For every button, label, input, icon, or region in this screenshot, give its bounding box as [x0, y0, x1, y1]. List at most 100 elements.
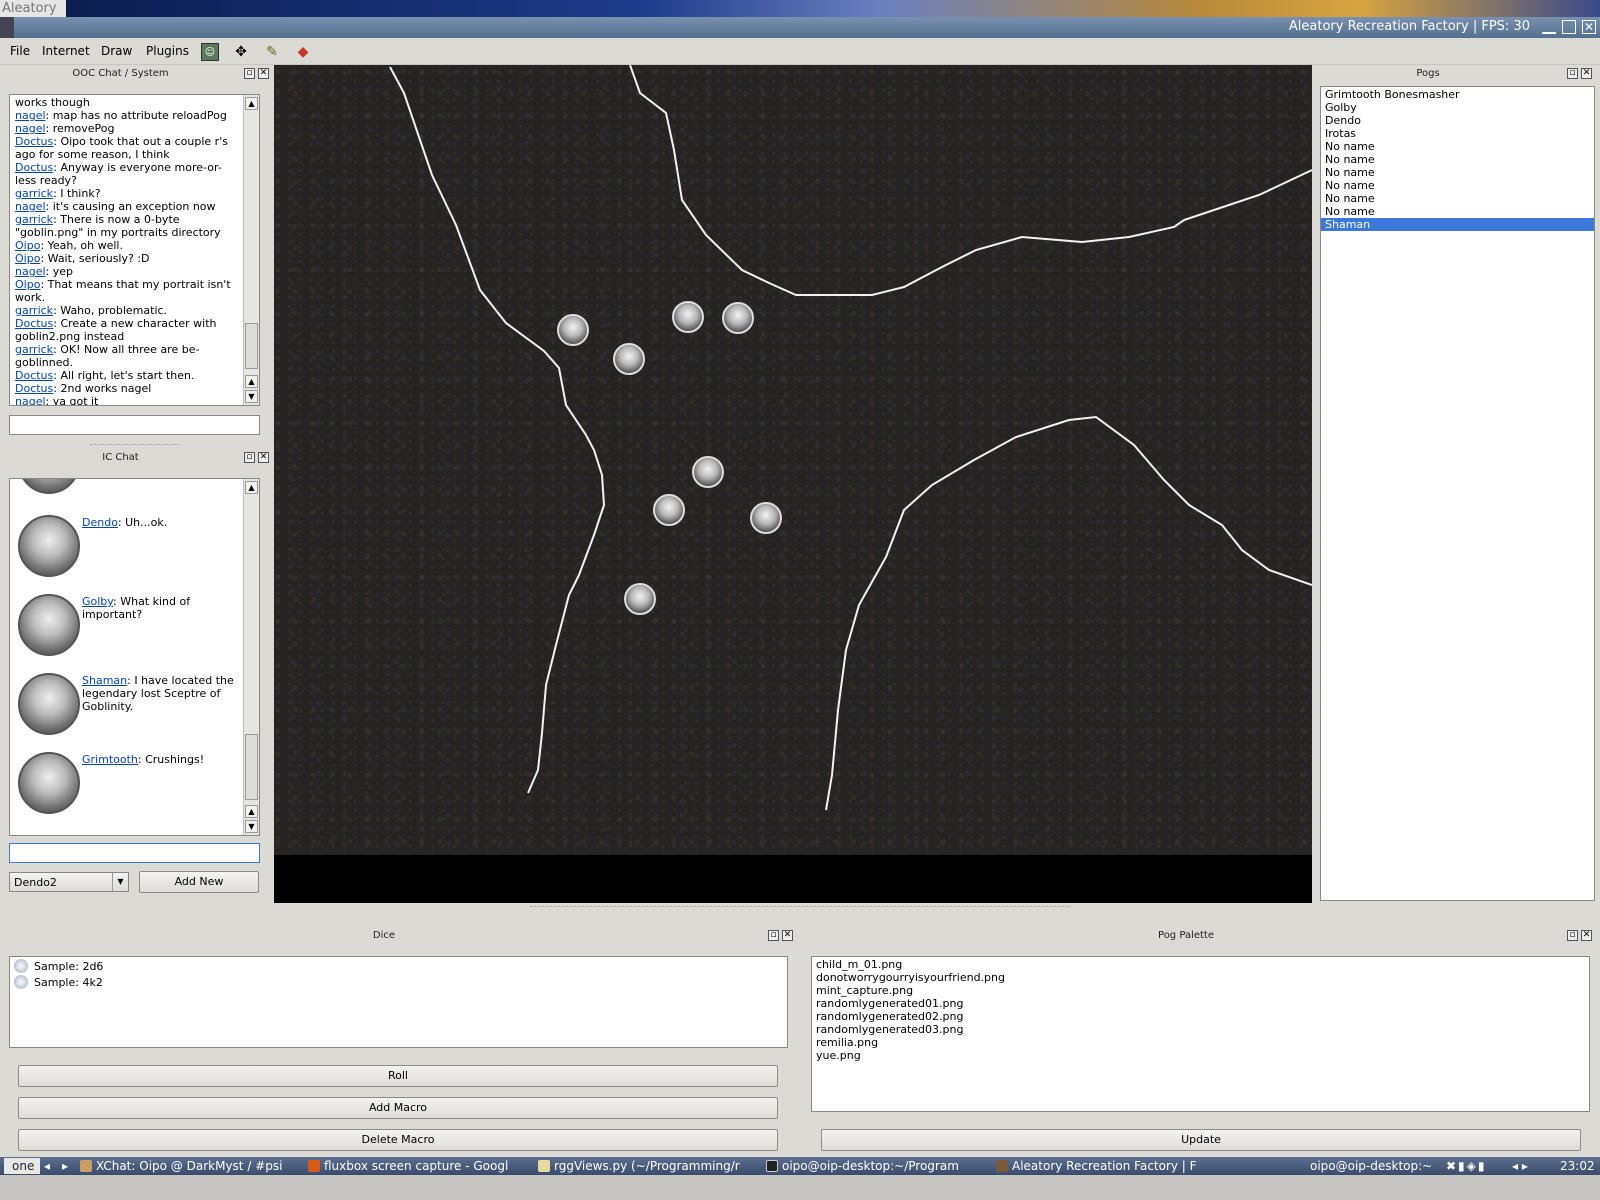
ooc-user-link[interactable]: garrick	[15, 187, 53, 200]
close-icon[interactable]: ✕	[258, 68, 269, 79]
window-menu-button[interactable]	[0, 17, 14, 38]
maximize-icon[interactable]	[1562, 20, 1576, 34]
update-button[interactable]: Update	[821, 1129, 1581, 1151]
ooc-user-link[interactable]: Oipo	[15, 239, 40, 252]
palette-file-item[interactable]: mint_capture.png	[812, 984, 1589, 997]
draw-icon[interactable]: ✎	[263, 43, 281, 61]
dice-macro-list[interactable]: Sample: 2d6 Sample: 4k2	[9, 956, 788, 1048]
portrait-icon[interactable]: ☺	[201, 43, 219, 61]
ooc-user-link[interactable]: nagel	[15, 265, 46, 278]
workspace-name[interactable]: one	[4, 1158, 40, 1174]
task-terminal[interactable]: oipo@oip-desktop:~/Program	[766, 1158, 992, 1174]
menu-plugins[interactable]: Plugins	[146, 44, 189, 58]
pog-list-item[interactable]: No name	[1321, 179, 1594, 192]
ic-chat-log[interactable]: Dendo: Uh...ok. Golby: What kind of impo…	[9, 478, 260, 836]
ooc-user-link[interactable]: Doctus	[15, 135, 53, 148]
character-select[interactable]: Dendo2 ▼	[9, 872, 129, 892]
close-icon[interactable]: ✕	[1582, 20, 1596, 34]
pog-list-item[interactable]: Dendo	[1321, 114, 1594, 127]
systray-icons[interactable]: ✖▮◈▮	[1446, 1158, 1506, 1174]
pogs-list[interactable]: Grimtooth Bonesmasher Golby Dendo Irotas…	[1320, 86, 1595, 901]
window-titlebar[interactable]: Aleatory Recreation Factory | FPS: 30 ✕	[0, 17, 1600, 38]
ooc-user-link[interactable]: nagel	[15, 109, 46, 122]
map-canvas[interactable]	[274, 65, 1312, 855]
map-pog[interactable]	[692, 456, 724, 488]
ooc-user-link[interactable]: garrick	[15, 343, 53, 356]
menu-internet[interactable]: Internet	[42, 44, 90, 58]
pog-palette-list[interactable]: child_m_01.png donotworrygourryisyourfri…	[811, 956, 1590, 1112]
map-pog[interactable]	[653, 494, 685, 526]
ooc-user-link[interactable]: nagel	[15, 395, 46, 405]
ooc-user-link[interactable]: garrick	[15, 213, 53, 226]
map-pog[interactable]	[557, 314, 589, 346]
scroll-up-icon[interactable]: ▲	[245, 375, 258, 388]
ooc-user-link[interactable]: Doctus	[15, 382, 53, 395]
add-macro-button[interactable]: Add Macro	[18, 1097, 778, 1119]
splitter-handle[interactable]	[530, 906, 1070, 909]
menu-file[interactable]: File	[10, 44, 30, 58]
pog-list-item[interactable]: No name	[1321, 166, 1594, 179]
pog-list-item[interactable]: No name	[1321, 140, 1594, 153]
scroll-up-icon[interactable]: ▲	[245, 481, 258, 494]
ooc-user-link[interactable]: garrick	[15, 304, 53, 317]
ic-chat-input[interactable]	[9, 843, 260, 863]
scroll-up-icon[interactable]: ▲	[245, 97, 258, 110]
float-icon[interactable]: ▫	[244, 68, 255, 79]
prev-workspace-icon[interactable]: ◂	[44, 1158, 58, 1174]
close-icon[interactable]: ✕	[258, 452, 269, 463]
palette-file-item[interactable]: child_m_01.png	[812, 958, 1589, 971]
ic-user-link[interactable]: Grimtooth	[82, 753, 138, 766]
ic-user-link[interactable]: Golby	[82, 595, 113, 608]
next-workspace-icon[interactable]: ▸	[62, 1158, 76, 1174]
pog-list-item[interactable]: Grimtooth Bonesmasher	[1321, 88, 1594, 101]
add-new-button[interactable]: Add New	[139, 871, 259, 893]
palette-file-item[interactable]: donotworrygourryisyourfriend.png	[812, 971, 1589, 984]
ooc-user-link[interactable]: Doctus	[15, 317, 53, 330]
map-pog[interactable]	[722, 302, 754, 334]
map-pog[interactable]	[750, 502, 782, 534]
ooc-chat-log[interactable]: works though nagel: map has no attribute …	[9, 94, 260, 406]
pog-list-item[interactable]: No name	[1321, 192, 1594, 205]
menu-draw[interactable]: Draw	[101, 44, 132, 58]
roll-button[interactable]: Roll	[18, 1065, 778, 1087]
map-pog[interactable]	[672, 301, 704, 333]
ooc-user-link[interactable]: nagel	[15, 122, 46, 135]
map-pog[interactable]	[613, 343, 645, 375]
float-icon[interactable]: ▫	[1567, 930, 1578, 941]
pog-list-item[interactable]: Golby	[1321, 101, 1594, 114]
map-pog[interactable]	[624, 583, 656, 615]
scroll-thumb[interactable]	[245, 734, 258, 800]
task-xchat[interactable]: XChat: Oipo @ DarkMyst / #psi	[80, 1158, 306, 1174]
palette-file-item[interactable]: randomlygenerated03.png	[812, 1023, 1589, 1036]
chevron-down-icon[interactable]: ▼	[112, 873, 128, 891]
scroll-down-icon[interactable]: ▼	[245, 390, 258, 403]
float-icon[interactable]: ▫	[1567, 68, 1578, 79]
task-terminal-2[interactable]: oipo@oip-desktop:~	[1310, 1158, 1442, 1174]
ooc-chat-input[interactable]	[9, 415, 260, 435]
ic-user-link[interactable]: Shaman	[82, 674, 127, 687]
ooc-user-link[interactable]: nagel	[15, 200, 46, 213]
minimize-icon[interactable]	[1542, 20, 1556, 34]
task-editor[interactable]: rggViews.py (~/Programming/r	[538, 1158, 760, 1174]
scroll-thumb[interactable]	[245, 323, 258, 369]
pog-list-item-selected[interactable]: Shaman	[1321, 218, 1594, 231]
float-icon[interactable]: ▫	[244, 452, 255, 463]
palette-file-item[interactable]: remilia.png	[812, 1036, 1589, 1049]
scroll-up-icon[interactable]: ▲	[245, 805, 258, 818]
scroll-down-icon[interactable]: ▼	[245, 820, 258, 833]
pog-list-item[interactable]: No name	[1321, 153, 1594, 166]
tray-arrows-icon[interactable]: ◂ ▸	[1512, 1158, 1552, 1174]
palette-file-item[interactable]: randomlygenerated01.png	[812, 997, 1589, 1010]
close-icon[interactable]: ✕	[1581, 930, 1592, 941]
ooc-user-link[interactable]: Oipo	[15, 252, 40, 265]
pog-list-item[interactable]: No name	[1321, 205, 1594, 218]
palette-file-item[interactable]: randomlygenerated02.png	[812, 1010, 1589, 1023]
task-aleatory[interactable]: Aleatory Recreation Factory | F	[996, 1158, 1218, 1174]
ooc-user-link[interactable]: Doctus	[15, 369, 53, 382]
close-icon[interactable]: ✕	[1581, 68, 1592, 79]
pog-list-item[interactable]: Irotas	[1321, 127, 1594, 140]
ooc-user-link[interactable]: Oipo	[15, 278, 40, 291]
float-icon[interactable]: ▫	[768, 930, 779, 941]
dice-macro-item[interactable]: Sample: 4k2	[10, 975, 787, 991]
ic-scrollbar[interactable]: ▲ ▲ ▼	[243, 479, 259, 835]
